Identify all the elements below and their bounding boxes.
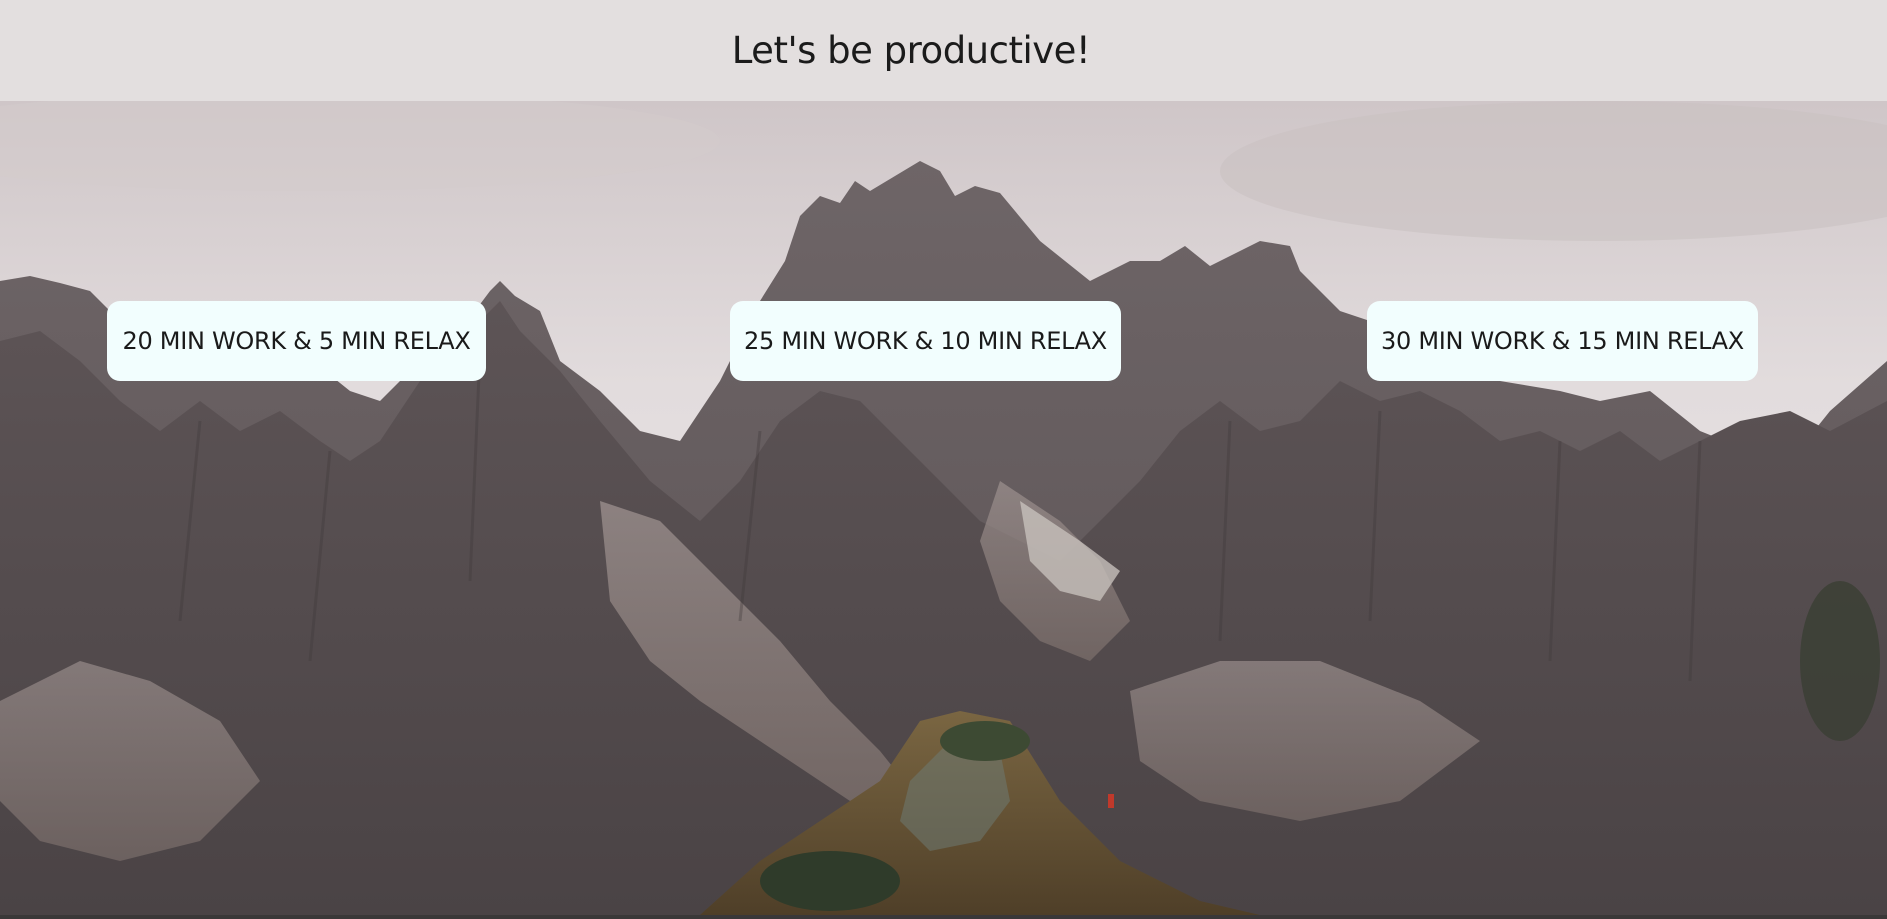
- preset-30-15-button[interactable]: 30 MIN WORK & 15 MIN RELAX: [1367, 301, 1758, 381]
- page-title: Let's be productive!: [731, 29, 1091, 72]
- app-page: Let's be productive! 20 MIN WORK & 5 MIN…: [0, 0, 1887, 919]
- preset-20-5-button[interactable]: 20 MIN WORK & 5 MIN RELAX: [107, 301, 486, 381]
- bottom-edge-bar: [0, 915, 1887, 919]
- mountain-background-image: [0, 101, 1887, 915]
- preset-25-10-button[interactable]: 25 MIN WORK & 10 MIN RELAX: [730, 301, 1121, 381]
- header-bar: Let's be productive!: [0, 0, 1887, 101]
